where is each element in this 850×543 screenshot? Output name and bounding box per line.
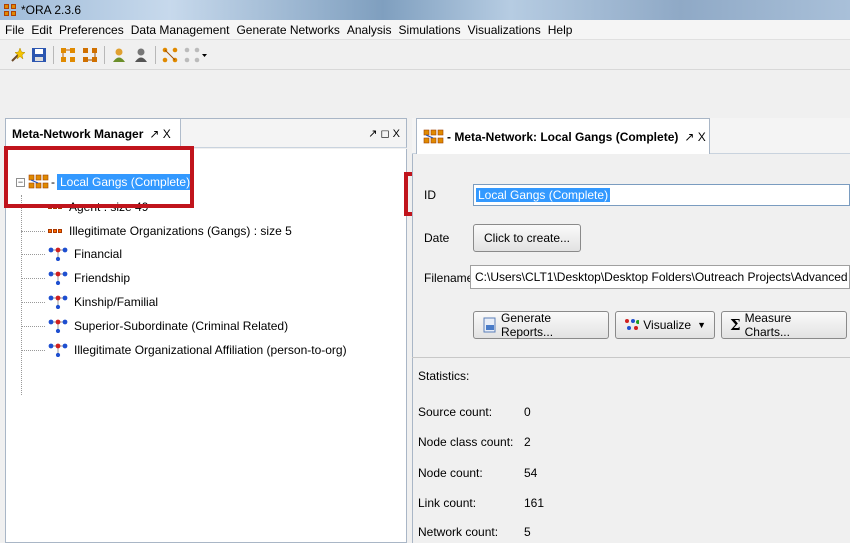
title-bar: *ORA 2.3.6 <box>0 0 850 20</box>
meta-network-alt-icon[interactable] <box>81 46 99 64</box>
tab-title: Meta-Network Manager <box>12 126 144 141</box>
stat-node-count-label: Node count: <box>418 466 483 480</box>
stat-node-class-count-label: Node class count: <box>418 435 514 449</box>
toolbar <box>0 40 850 70</box>
menu-help[interactable]: Help <box>548 23 573 37</box>
stat-source-count-value: 0 <box>524 405 531 419</box>
filename-field[interactable]: C:\Users\CLT1\Desktop\Desktop Folders\Ou… <box>470 265 850 289</box>
menu-generate-networks[interactable]: Generate Networks <box>236 23 339 37</box>
id-input[interactable]: Local Gangs (Complete) <box>473 184 850 206</box>
menu-bar: File Edit Preferences Data Management Ge… <box>0 20 850 40</box>
tree-item-kinship[interactable]: Kinship/Familial <box>21 295 158 309</box>
tree-item-label: Financial <box>74 247 123 261</box>
menu-simulations[interactable]: Simulations <box>399 23 461 37</box>
tree-item-label: Kinship/Familial <box>74 295 159 309</box>
tree-item-label: Illegitimate Organizations (Gangs) : siz… <box>69 224 292 238</box>
measure-charts-label: Measure Charts... <box>744 311 792 339</box>
toolbar-separator <box>104 45 105 64</box>
stat-link-count-value: 161 <box>524 496 545 510</box>
generate-reports-label: Generate Reports... <box>501 311 554 339</box>
tab-meta-network-local-gangs[interactable]: - Meta-Network: Local Gangs (Complete) ↗… <box>416 118 710 154</box>
tab-title: - Meta-Network: Local Gangs (Complete) <box>447 129 679 144</box>
tab-meta-network-manager[interactable]: Meta-Network Manager ↗ X <box>6 119 181 148</box>
network-icon <box>48 247 68 261</box>
id-value: Local Gangs (Complete) <box>476 188 611 202</box>
ora-app-icon <box>4 3 17 17</box>
visualize-button[interactable]: Visualize ▼ <box>615 311 715 339</box>
tree-item-org-affiliation[interactable]: Illegitimate Organizational Affiliation … <box>21 343 347 357</box>
menu-edit[interactable]: Edit <box>31 23 52 37</box>
dropdown-arrow-icon: ▼ <box>697 320 706 330</box>
menu-preferences[interactable]: Preferences <box>59 23 124 37</box>
measure-charts-button[interactable]: Σ Measure Charts... <box>721 311 847 339</box>
network-icon <box>48 319 68 333</box>
stat-node-count-value: 54 <box>524 466 538 480</box>
menu-analysis[interactable]: Analysis <box>347 23 392 37</box>
tree-item-friendship[interactable]: Friendship <box>21 271 130 285</box>
meta-network-editor-header: - Meta-Network: Local Gangs (Complete) ↗… <box>412 118 850 154</box>
network-layout-icon[interactable] <box>183 46 209 64</box>
tree-item-superior-subordinate[interactable]: Superior-Subordinate (Criminal Related) <box>21 319 288 333</box>
report-icon <box>483 317 496 333</box>
stat-network-count-value: 5 <box>524 525 531 539</box>
stat-link-count-label: Link count: <box>418 496 477 510</box>
generate-reports-button[interactable]: Generate Reports... <box>473 311 609 339</box>
sigma-icon: Σ <box>730 316 741 334</box>
statistics-label: Statistics: <box>418 369 470 383</box>
panel-window-controls[interactable]: ↗ ◻ X <box>368 127 400 140</box>
date-create-button[interactable]: Click to create... <box>473 224 581 252</box>
meta-network-icon <box>423 129 444 143</box>
id-label: ID <box>424 188 436 202</box>
tree-item-label: Friendship <box>74 271 131 285</box>
meta-network-manager-header: Meta-Network Manager ↗ X ↗ ◻ X <box>5 118 407 148</box>
menu-visualizations[interactable]: Visualizations <box>468 23 541 37</box>
stat-source-count-label: Source count: <box>418 405 493 419</box>
meta-network-icon[interactable] <box>59 46 77 64</box>
network-icon <box>48 271 68 285</box>
tree-item-illegitimate-organizations[interactable]: Illegitimate Organizations (Gangs) : siz… <box>21 224 292 238</box>
stat-network-count-label: Network count: <box>418 525 499 539</box>
nodeclass-icon <box>48 229 63 233</box>
tree-item-label: Superior-Subordinate (Criminal Related) <box>74 319 289 333</box>
network-graph-icon[interactable] <box>161 46 179 64</box>
stat-node-class-count-value: 2 <box>524 435 531 449</box>
visualize-icon <box>625 319 640 330</box>
toolbar-separator <box>155 45 156 64</box>
save-icon[interactable] <box>30 46 48 64</box>
tab-controls[interactable]: ↗ X <box>149 127 170 141</box>
network-icon <box>48 343 68 357</box>
tab-controls[interactable]: ↗ X <box>684 130 705 144</box>
window-title: *ORA 2.3.6 <box>21 3 82 17</box>
highlight-box-tree-root <box>4 146 194 208</box>
menu-data-management[interactable]: Data Management <box>131 23 230 37</box>
menu-file[interactable]: File <box>5 23 24 37</box>
person-icon[interactable] <box>110 46 128 64</box>
statistics-panel <box>412 357 850 543</box>
meta-network-tree: − - Local Gangs (Complete) Agent : size … <box>5 149 407 543</box>
visualize-label: Visualize <box>643 318 692 332</box>
network-icon <box>48 295 68 309</box>
tree-item-label: Illegitimate Organizational Affiliation … <box>74 343 347 357</box>
group-icon[interactable] <box>132 46 150 64</box>
tree-item-financial[interactable]: Financial <box>21 247 122 261</box>
toolbar-separator <box>53 45 54 64</box>
wand-icon[interactable] <box>8 46 26 64</box>
filename-label: Filename <box>424 271 474 285</box>
date-label: Date <box>424 231 450 245</box>
